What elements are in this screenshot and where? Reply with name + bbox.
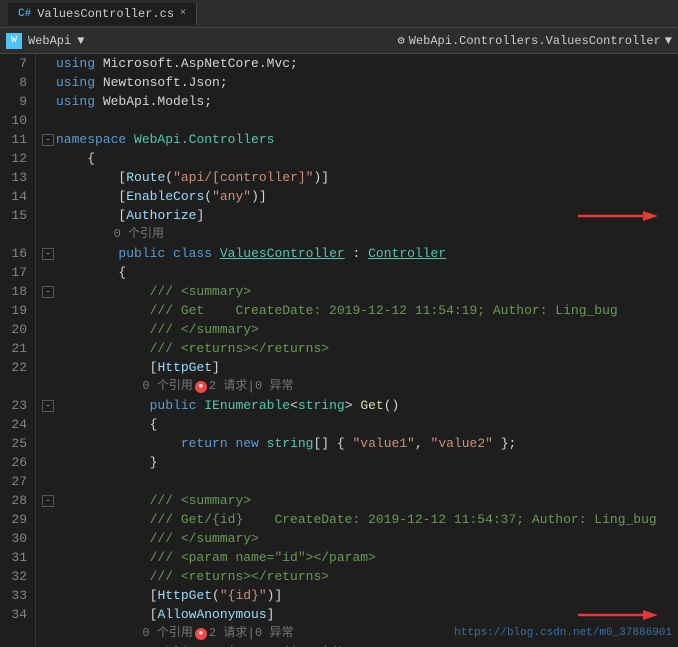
arrow-authorize [578, 207, 658, 225]
code-line-10 [42, 111, 678, 130]
chevron-down-icon: ▼ [665, 34, 672, 48]
error-badge-1: ● [195, 381, 207, 393]
class-dropdown[interactable]: ⚙ WebApi.Controllers.ValuesController ▼ [398, 33, 672, 48]
code-line-9: using WebApi.Models; [42, 92, 678, 111]
hint-line-15: 0 个引用 [42, 225, 678, 244]
gear-icon: ⚙ [398, 33, 405, 48]
toolbar-separator: ▼ [77, 34, 84, 48]
code-line-8: using Newtonsoft.Json; [42, 73, 678, 92]
code-content: using Microsoft.AspNetCore.Mvc; using Ne… [36, 54, 678, 647]
code-area: 7 8 9 10 11 12 13 14 15 16 17 18 19 20 2… [0, 54, 678, 647]
code-line-20: /// </summary> [42, 320, 678, 339]
code-line-21: /// <returns></returns> [42, 339, 678, 358]
code-line-22: [HttpGet] [42, 358, 678, 377]
code-line-32: /// <returns></returns> [42, 567, 678, 586]
file-icon: C# [18, 8, 31, 20]
code-line-27 [42, 472, 678, 491]
title-bar: C# ValuesController.cs × [0, 0, 678, 28]
dropdown-text: WebApi.Controllers.ValuesController [409, 34, 661, 48]
code-line-34: [AllowAnonymous] [42, 605, 678, 624]
project-name: WebApi [28, 34, 71, 48]
collapse-namespace[interactable]: - [42, 134, 54, 146]
code-line-19: /// Get CreateDate: 2019-12-12 11:54:19;… [42, 301, 678, 320]
collapse-class[interactable]: - [42, 248, 54, 260]
collapse-summary1[interactable]: - [42, 286, 54, 298]
tab-filename: ValuesController.cs [37, 7, 174, 21]
arrow-allowanon [578, 606, 658, 624]
code-line-33: [HttpGet("{id}")] [42, 586, 678, 605]
collapse-summary2[interactable]: - [42, 495, 54, 507]
code-line-12: { [42, 149, 678, 168]
hint-line-22: 0 个引用●2 请求|0 异常 [42, 377, 678, 396]
code-line-15: [Authorize] [42, 206, 678, 225]
error-badge-2: ● [195, 628, 207, 640]
code-line-28: - /// <summary> [42, 491, 678, 510]
code-line-11: -namespace WebApi.Controllers [42, 130, 678, 149]
code-line-25: return new string[] { "value1", "value2"… [42, 434, 678, 453]
code-line-23: - public IEnumerable<string> Get() [42, 396, 678, 415]
code-line-13: [Route("api/[controller]")] [42, 168, 678, 187]
watermark: https://blog.csdn.net/m0_37886901 [454, 624, 672, 643]
file-tab[interactable]: C# ValuesController.cs × [8, 3, 197, 25]
code-line-18: - /// <summary> [42, 282, 678, 301]
code-line-29: /// Get/{id} CreateDate: 2019-12-12 11:5… [42, 510, 678, 529]
code-line-16: - public class ValuesController : Contro… [42, 244, 678, 263]
line-numbers: 7 8 9 10 11 12 13 14 15 16 17 18 19 20 2… [0, 54, 36, 647]
code-line-7: using Microsoft.AspNetCore.Mvc; [42, 54, 678, 73]
collapse-method1[interactable]: - [42, 400, 54, 412]
code-line-17: { [42, 263, 678, 282]
code-line-24: { [42, 415, 678, 434]
toolbar: W WebApi ▼ ⚙ WebApi.Controllers.ValuesCo… [0, 28, 678, 54]
webapi-icon: W [6, 33, 22, 49]
code-line-31: /// <param name="id"></param> [42, 548, 678, 567]
code-line-14: [EnableCors("any")] [42, 187, 678, 206]
code-line-26: } [42, 453, 678, 472]
code-line-35: - public string Get(int id) [42, 643, 678, 647]
close-icon[interactable]: × [180, 8, 186, 19]
code-line-30: /// </summary> [42, 529, 678, 548]
